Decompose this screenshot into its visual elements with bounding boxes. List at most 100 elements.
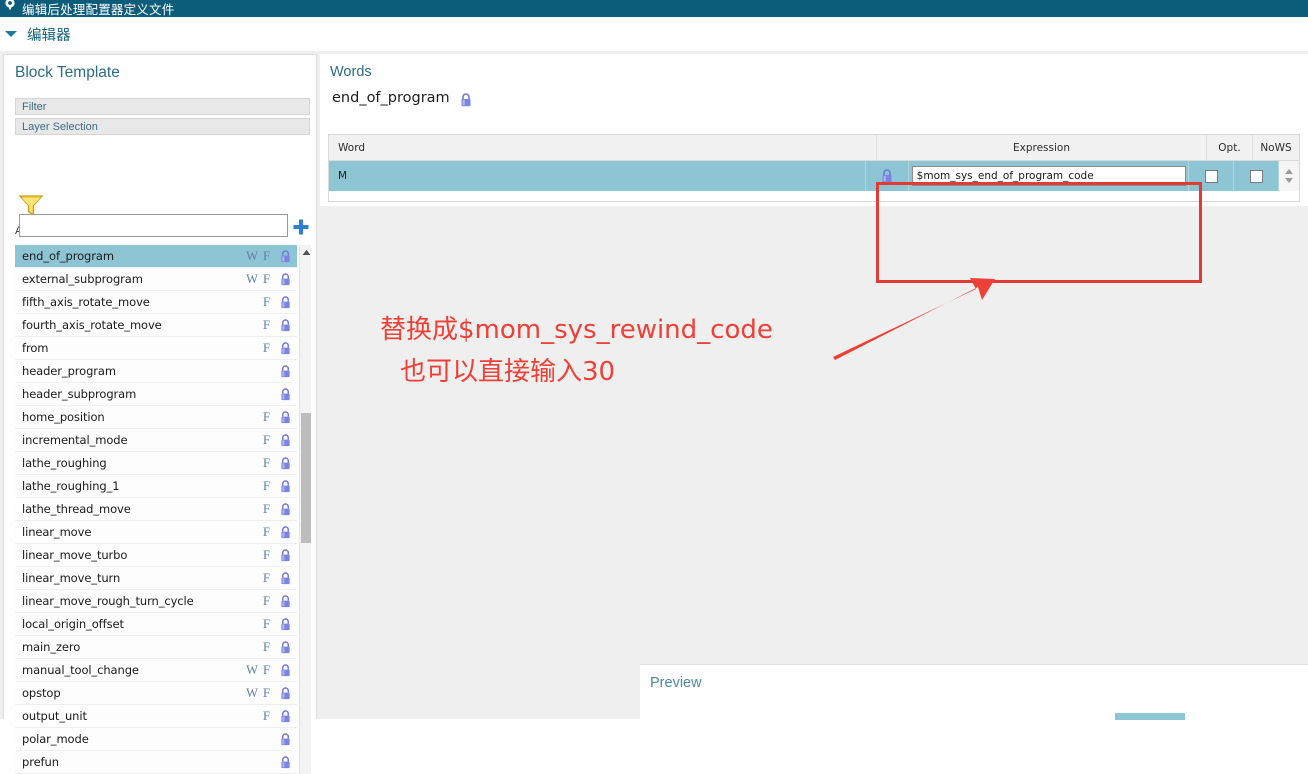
list-item[interactable]: polar_mode bbox=[15, 728, 297, 751]
block-template-list-items: end_of_program W Fexternal_subprogram W Ffif… bbox=[15, 245, 297, 774]
list-item-label: home_position bbox=[22, 410, 105, 424]
list-item[interactable]: lathe_thread_move F bbox=[15, 498, 297, 521]
list-item[interactable]: end_of_program W F bbox=[15, 245, 297, 268]
current-block-name: end_of_program bbox=[332, 90, 450, 106]
filter-section-bar[interactable]: Filter bbox=[15, 98, 310, 115]
list-item-flag-f: F bbox=[263, 455, 270, 470]
nows-checkbox[interactable] bbox=[1249, 169, 1263, 183]
words-table: Word Expression Opt. NoWS M bbox=[328, 134, 1300, 202]
list-item-label: main_zero bbox=[22, 640, 81, 654]
list-item[interactable]: from F bbox=[15, 337, 297, 360]
list-item[interactable]: external_subprogram W F bbox=[15, 268, 297, 291]
list-item-flag-w: W bbox=[246, 271, 258, 286]
list-item[interactable]: fourth_axis_rotate_move F bbox=[15, 314, 297, 337]
list-item[interactable]: incremental_mode F bbox=[15, 429, 297, 452]
words-panel: Words end_of_program Word Expression Opt… bbox=[320, 54, 1308, 206]
column-header-opt[interactable]: Opt. bbox=[1207, 134, 1253, 161]
plus-icon[interactable] bbox=[292, 218, 310, 236]
window-title: 编辑后处理配置器定义文件 bbox=[22, 3, 175, 17]
list-item-label: output_unit bbox=[22, 709, 87, 723]
cell-expression[interactable] bbox=[909, 161, 1190, 191]
lock-icon bbox=[273, 663, 297, 677]
preview-panel: Preview bbox=[640, 664, 1308, 720]
list-item[interactable]: lathe_roughing F bbox=[15, 452, 297, 475]
list-item-label: opstop bbox=[22, 686, 61, 700]
list-item-label: lathe_roughing_1 bbox=[22, 479, 120, 493]
list-item-flag-f: F bbox=[263, 685, 270, 700]
lock-icon bbox=[273, 709, 297, 723]
cell-nows[interactable] bbox=[1234, 161, 1280, 191]
list-item-label: polar_mode bbox=[22, 732, 89, 746]
list-item[interactable]: opstop W F bbox=[15, 682, 297, 705]
triangle-down-icon[interactable] bbox=[5, 31, 17, 37]
lock-icon bbox=[273, 479, 297, 493]
filter-section-label: Filter bbox=[22, 101, 47, 113]
cell-opt[interactable] bbox=[1189, 161, 1235, 191]
list-item[interactable]: header_program bbox=[15, 360, 297, 383]
list-item-label: lathe_thread_move bbox=[22, 502, 131, 516]
lock-icon bbox=[273, 548, 297, 562]
list-item-flag-f: F bbox=[263, 547, 270, 562]
block-template-title: Block Template bbox=[15, 64, 120, 81]
list-item[interactable]: manual_tool_change W F bbox=[15, 659, 297, 682]
list-item[interactable]: home_position F bbox=[15, 406, 297, 429]
search-input[interactable] bbox=[19, 214, 288, 237]
opt-checkbox[interactable] bbox=[1204, 169, 1218, 183]
list-item[interactable]: linear_move_turn F bbox=[15, 567, 297, 590]
cell-word: M bbox=[329, 161, 866, 191]
gear-icon bbox=[2, 0, 18, 17]
lock-icon bbox=[273, 364, 297, 378]
list-item[interactable]: linear_move_rough_turn_cycle F bbox=[15, 590, 297, 613]
list-item[interactable]: fifth_axis_rotate_move F bbox=[15, 291, 297, 314]
lock-icon bbox=[273, 686, 297, 700]
list-item-label: prefun bbox=[22, 755, 59, 769]
list-item-flag-f: F bbox=[263, 271, 270, 286]
list-item[interactable]: header_subprogram bbox=[15, 383, 297, 406]
list-item-flag-f: F bbox=[263, 524, 270, 539]
column-header-word[interactable]: Word bbox=[329, 134, 877, 161]
list-item[interactable]: lathe_roughing_1 F bbox=[15, 475, 297, 498]
list-item[interactable]: local_origin_offset F bbox=[15, 613, 297, 636]
lock-icon bbox=[273, 732, 297, 746]
scrollbar-thumb[interactable] bbox=[301, 413, 311, 543]
layer-selection-label: Layer Selection bbox=[22, 121, 98, 133]
caret-down-icon[interactable] bbox=[1285, 178, 1294, 183]
annotation-text: 替换成$mom_sys_rewind_code 也可以直接输入30 bbox=[380, 309, 850, 393]
lock-icon bbox=[866, 161, 910, 191]
lock-icon bbox=[273, 387, 297, 401]
column-header-expression[interactable]: Expression bbox=[877, 134, 1207, 161]
list-item-flag-f: F bbox=[263, 248, 270, 263]
row-spinner[interactable] bbox=[1279, 161, 1299, 191]
list-item[interactable]: linear_move F bbox=[15, 521, 297, 544]
list-item-label: incremental_mode bbox=[22, 433, 128, 447]
annotation-line-2: 也可以直接输入30 bbox=[400, 357, 616, 387]
table-row[interactable]: M bbox=[329, 161, 1299, 191]
lock-icon bbox=[273, 456, 297, 470]
list-item-flag-w: W bbox=[246, 248, 258, 263]
block-template-list[interactable]: end_of_program W Fexternal_subprogram W Ffif… bbox=[15, 245, 311, 774]
caret-up-icon[interactable] bbox=[1285, 169, 1294, 174]
column-header-nows[interactable]: NoWS bbox=[1253, 135, 1299, 161]
caret-up-icon[interactable] bbox=[300, 245, 311, 259]
lock-icon bbox=[273, 410, 297, 424]
list-item-flag-f: F bbox=[263, 478, 270, 493]
list-item[interactable]: main_zero F bbox=[15, 636, 297, 659]
list-item-flag-f: F bbox=[263, 340, 270, 355]
expression-input[interactable] bbox=[911, 166, 1186, 186]
list-item[interactable]: prefun bbox=[15, 751, 297, 774]
list-item-label: local_origin_offset bbox=[22, 617, 124, 631]
list-scrollbar[interactable] bbox=[299, 245, 311, 774]
list-item-label: linear_move_turn bbox=[22, 571, 121, 585]
list-item[interactable]: output_unit F bbox=[15, 705, 297, 728]
list-item[interactable]: linear_move_turbo F bbox=[15, 544, 297, 567]
lock-icon bbox=[273, 295, 297, 309]
layer-selection-section-bar[interactable]: Layer Selection bbox=[15, 118, 310, 135]
list-item-flag-f: F bbox=[263, 294, 270, 309]
editor-section-header[interactable]: 编辑器 bbox=[0, 17, 1308, 51]
list-item-flag-f: F bbox=[263, 593, 270, 608]
block-template-panel: Block Template Filter Layer Selection A … bbox=[3, 54, 317, 774]
list-item-label: lathe_roughing bbox=[22, 456, 107, 470]
list-item-flag-f: F bbox=[263, 570, 270, 585]
words-table-header: Word Expression Opt. NoWS bbox=[329, 134, 1299, 161]
lock-icon bbox=[273, 272, 297, 286]
